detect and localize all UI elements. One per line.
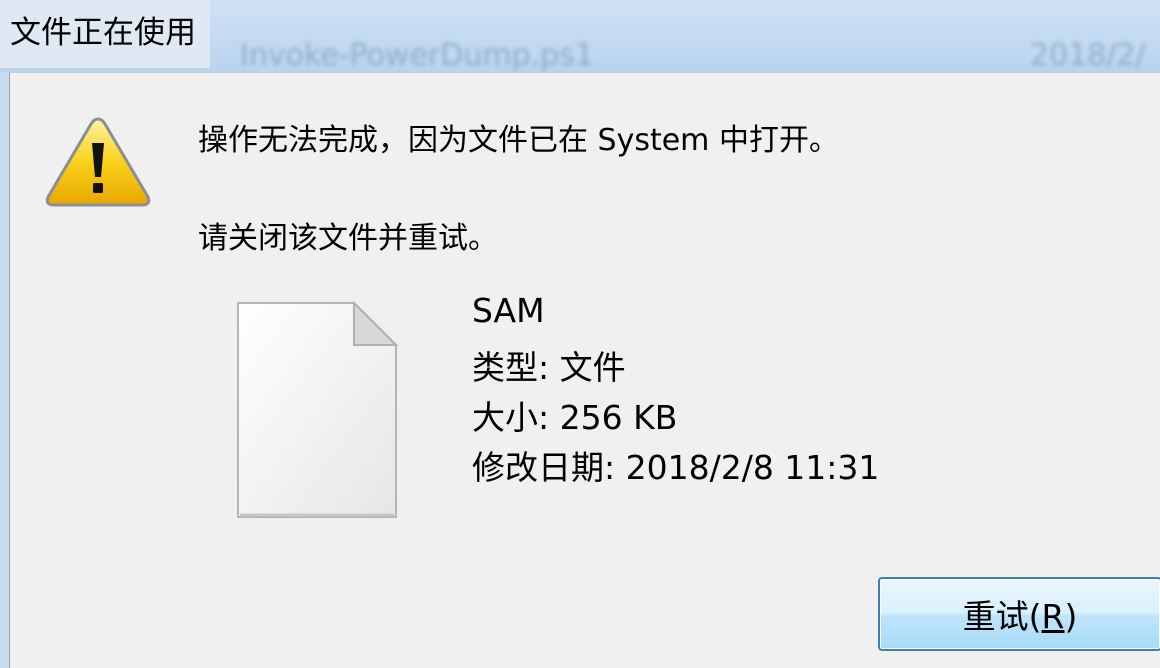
file-name: SAM: [472, 291, 545, 330]
background-filename: Invoke-PowerDump.ps1: [240, 38, 594, 73]
file-size: 大小: 256 KB: [472, 398, 678, 437]
file-icon: [237, 300, 399, 518]
error-message: 操作无法完成，因为文件已在 System 中打开。: [198, 123, 839, 158]
file-modified: 修改日期: 2018/2/8 11:31: [472, 448, 880, 487]
retry-button[interactable]: 重试(R): [878, 577, 1160, 651]
dialog-title: 文件正在使用: [0, 0, 210, 68]
retry-suffix: ): [1064, 597, 1078, 636]
file-in-use-dialog: 操作无法完成，因为文件已在 System 中打开。 请关闭该文件并重试。 SAM…: [9, 72, 1160, 668]
retry-accelerator: R: [1041, 597, 1065, 636]
instruction-message: 请关闭该文件并重试。: [198, 221, 498, 256]
file-type: 类型: 文件: [472, 348, 626, 387]
screen: Invoke-PowerDump.ps1 2018/2/ 文件正在使用 操作无法…: [0, 0, 1160, 668]
background-date: 2018/2/: [1030, 38, 1146, 73]
warning-icon: [45, 117, 151, 207]
retry-label: 重试(: [962, 597, 1042, 636]
